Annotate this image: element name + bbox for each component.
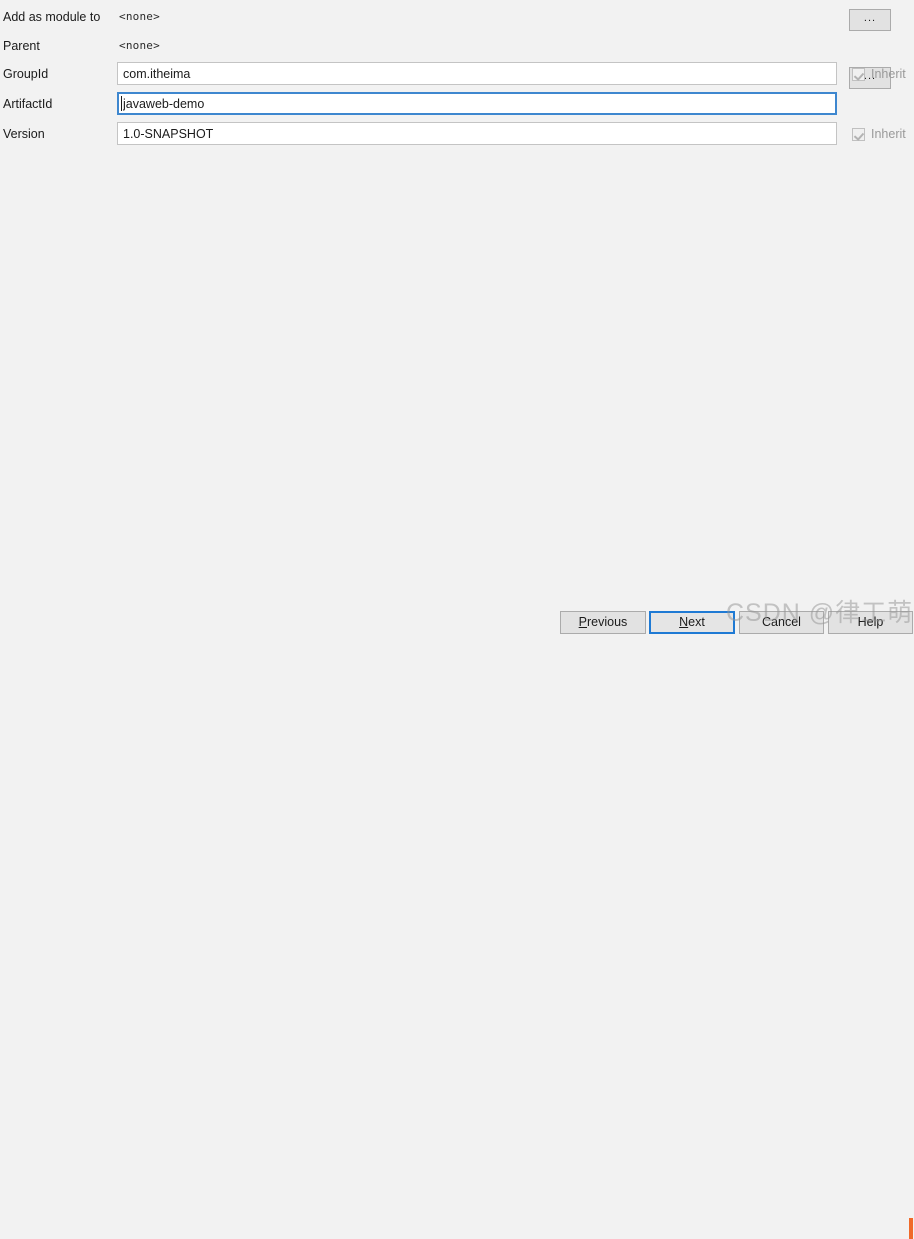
browse-add-as-module-to-button[interactable]: ... — [849, 9, 891, 31]
label-add-as-module-to: Add as module to — [3, 10, 101, 24]
groupid-inherit-label: Inherit — [871, 67, 906, 81]
text-caret — [121, 96, 122, 111]
form-row-add-as-module-to: Add as module to <none> ... — [0, 5, 914, 31]
version-inherit-label: Inherit — [871, 127, 906, 141]
right-edge-artifact — [909, 1218, 913, 1239]
form-row-artifactid: ArtifactId — [0, 92, 914, 116]
form-row-version: Version Inherit — [0, 122, 914, 146]
cancel-button[interactable]: Cancel — [739, 611, 824, 634]
previous-button[interactable]: Previous — [560, 611, 646, 634]
label-artifactid: ArtifactId — [3, 97, 53, 111]
label-groupid: GroupId — [3, 67, 49, 81]
checkbox-icon[interactable] — [852, 67, 865, 81]
artifactid-input[interactable] — [117, 92, 837, 115]
maven-coordinates-form: Add as module to <none> ... Parent <none… — [0, 0, 914, 155]
new-project-dialog: Add as module to <none> ... Parent <none… — [0, 0, 914, 1239]
checkbox-icon[interactable] — [852, 127, 865, 141]
label-version: Version — [3, 127, 45, 141]
version-input[interactable] — [117, 122, 837, 145]
form-row-groupid: GroupId Inherit — [0, 62, 914, 86]
ellipsis-icon: ... — [863, 12, 877, 24]
next-button[interactable]: Next — [649, 611, 735, 634]
value-add-as-module-to: <none> — [119, 10, 160, 23]
value-parent: <none> — [119, 39, 160, 52]
dialog-button-bar: Previous Next Cancel Help — [0, 608, 914, 1239]
version-inherit-checkbox[interactable]: Inherit — [852, 125, 906, 143]
help-button[interactable]: Help — [828, 611, 913, 634]
form-row-parent: Parent <none> ... — [0, 34, 914, 89]
groupid-inherit-checkbox[interactable]: Inherit — [852, 65, 906, 83]
label-parent: Parent — [3, 39, 40, 53]
groupid-input[interactable] — [117, 62, 837, 85]
